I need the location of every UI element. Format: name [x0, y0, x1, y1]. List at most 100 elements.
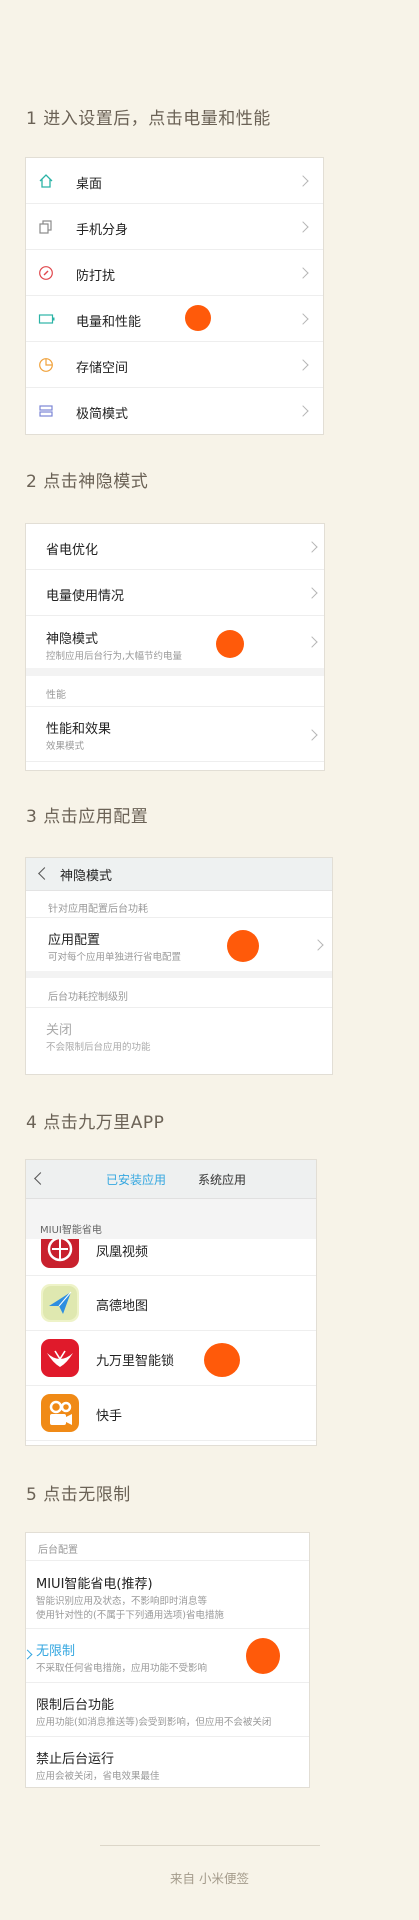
- amap-app-icon: [41, 1284, 79, 1322]
- option-sub: 使用针对性的(不属于下列通用选项)省电措施: [36, 1610, 224, 1621]
- app-name: 高德地图: [96, 1299, 149, 1314]
- level-off-item[interactable]: 关闭 不会限制后台应用的功能: [26, 1008, 332, 1064]
- divider: [26, 668, 324, 676]
- bg-config-card: 后台配置 MIUI智能省电(推荐) 智能识别应用及状态，不影响即时消息等 使用针…: [26, 1533, 309, 1787]
- settings-item-simple-mode[interactable]: 极简模式: [26, 388, 323, 434]
- apps-list: 凤凰视频 高德地图 九万里智能锁 快手: [26, 1239, 316, 1445]
- option-forbid-bg[interactable]: 禁止后台运行 应用会被关闭，省电效果最佳: [26, 1737, 309, 1787]
- settings-item-label: 存储空间: [76, 361, 129, 376]
- step-5-title: 5 点击无限制: [26, 1485, 131, 1505]
- chevron-right-icon: [297, 359, 309, 371]
- settings-item-desktop[interactable]: 桌面: [26, 158, 323, 204]
- settings-item-battery[interactable]: 电量和性能: [26, 296, 323, 342]
- tap-indicator: [216, 630, 244, 658]
- app-item-jiuwanli[interactable]: 九万里智能锁: [26, 1331, 316, 1386]
- option-label: 无限制: [36, 1644, 76, 1659]
- apps-group-header: MIUI智能省电: [26, 1199, 316, 1239]
- apps-tabbar: 已安装应用 系统应用: [26, 1160, 316, 1199]
- option-sub: 智能识别应用及状态，不影响即时消息等: [36, 1596, 208, 1607]
- compass-icon: [38, 265, 54, 285]
- app-config-label: 应用配置: [48, 933, 101, 948]
- app-name: 凤凰视频: [96, 1245, 149, 1260]
- chevron-right-icon: [306, 587, 318, 599]
- battery-item-usage[interactable]: 电量使用情况: [26, 570, 324, 616]
- settings-item-label: 电量和性能: [76, 315, 142, 330]
- page-title: 神隐模式: [60, 869, 113, 884]
- apps-group-label: MIUI智能省电: [40, 1225, 102, 1236]
- tap-indicator: [246, 1638, 280, 1674]
- chevron-right-icon: [306, 541, 318, 553]
- settings-item-label: 极简模式: [76, 407, 129, 422]
- tap-indicator: [227, 930, 259, 962]
- app-item-kuaishou[interactable]: 快手: [26, 1386, 316, 1441]
- app-item-amap[interactable]: 高德地图: [26, 1276, 316, 1331]
- hidden-mode-card: 神隐模式 针对应用配置后台功耗 应用配置 可对每个应用单独进行省电配置 后台功耗…: [26, 858, 332, 1074]
- battery-item-power-saving[interactable]: 省电优化: [26, 524, 324, 570]
- option-label: 限制后台功能: [36, 1698, 115, 1713]
- chevron-right-icon: [297, 405, 309, 417]
- settings-item-dual-apps[interactable]: 手机分身: [26, 204, 323, 250]
- fenghuang-app-icon: [41, 1239, 79, 1268]
- option-label: 禁止后台运行: [36, 1752, 115, 1767]
- chevron-right-icon: [312, 939, 324, 951]
- tab-installed-apps[interactable]: 已安装应用: [106, 1171, 166, 1188]
- chevron-right-icon: [297, 267, 309, 279]
- home-icon: [38, 173, 54, 193]
- settings-item-storage[interactable]: 存储空间: [26, 342, 323, 388]
- tap-indicator: [204, 1343, 240, 1377]
- battery-item-label: 电量使用情况: [46, 589, 125, 604]
- selected-arrow-icon: [26, 1649, 33, 1660]
- battery-item-label: 省电优化: [46, 543, 99, 558]
- section-header-level: 后台功耗控制级别: [26, 978, 332, 1008]
- app-config-sub: 可对每个应用单独进行省电配置: [48, 952, 182, 963]
- option-miui-smart[interactable]: MIUI智能省电(推荐) 智能识别应用及状态，不影响即时消息等 使用针对性的(不…: [26, 1561, 309, 1629]
- back-icon[interactable]: [38, 867, 51, 880]
- section-hint: 针对应用配置后台功耗: [48, 904, 148, 915]
- battery-item-label: 性能和效果: [46, 722, 112, 737]
- chevron-right-icon: [306, 729, 318, 741]
- step-1-title: 1 进入设置后，点击电量和性能: [26, 109, 271, 129]
- tap-indicator: [185, 305, 211, 331]
- back-icon[interactable]: [34, 1172, 47, 1185]
- option-sub: 不采取任何省电措施，应用功能不受影响: [36, 1663, 208, 1674]
- chevron-right-icon: [297, 221, 309, 233]
- layers-icon: [38, 403, 54, 423]
- settings-item-label: 桌面: [76, 177, 103, 192]
- step-2-title: 2 点击神隐模式: [26, 472, 149, 492]
- settings-item-label: 防打扰: [76, 269, 116, 284]
- option-sub: 应用会被关闭，省电效果最佳: [36, 1771, 160, 1782]
- clone-icon: [38, 219, 54, 239]
- option-unlimited[interactable]: 无限制 不采取任何省电措施，应用功能不受影响: [26, 1629, 309, 1683]
- settings-item-dnd[interactable]: 防打扰: [26, 250, 323, 296]
- jiuwanli-app-icon: [41, 1339, 79, 1377]
- battery-item-sub: 控制应用后台行为,大幅节约电量: [46, 651, 183, 662]
- step-3-title: 3 点击应用配置: [26, 807, 149, 827]
- app-item-fenghuang[interactable]: 凤凰视频: [26, 1239, 316, 1276]
- battery-item-label: 神隐模式: [46, 632, 99, 647]
- battery-icon: [38, 311, 56, 331]
- chevron-right-icon: [297, 175, 309, 187]
- step-4-title: 4 点击九万里APP: [26, 1113, 165, 1133]
- kuaishou-app-icon: [41, 1394, 79, 1432]
- battery-card: 省电优化 电量使用情况 神隐模式 控制应用后台行为,大幅节约电量 性能 性能和效…: [26, 524, 324, 770]
- battery-item-hidden-mode[interactable]: 神隐模式 控制应用后台行为,大幅节约电量: [26, 616, 324, 668]
- battery-item-sub: 效果模式: [46, 741, 85, 752]
- level-off-label: 关闭: [46, 1023, 73, 1038]
- tab-system-apps[interactable]: 系统应用: [198, 1171, 246, 1188]
- section-header-bg-config: 后台配置: [26, 1533, 309, 1561]
- level-off-sub: 不会限制后台应用的功能: [46, 1042, 151, 1053]
- section-header-performance: 性能: [46, 690, 66, 701]
- app-config-item[interactable]: 应用配置 可对每个应用单独进行省电配置: [26, 917, 332, 971]
- settings-item-label: 手机分身: [76, 223, 129, 238]
- battery-item-performance[interactable]: 性能和效果 效果模式: [26, 706, 324, 762]
- app-name: 快手: [96, 1409, 123, 1424]
- hidden-mode-header: 神隐模式: [26, 858, 332, 891]
- chevron-right-icon: [306, 636, 318, 648]
- option-restrict-bg[interactable]: 限制后台功能 应用功能(如消息推送等)会受到影响，但应用不会被关闭: [26, 1683, 309, 1737]
- app-name: 九万里智能锁: [96, 1354, 175, 1369]
- footer-source: 来自 小米便签: [170, 1871, 249, 1886]
- option-label: MIUI智能省电(推荐): [36, 1577, 153, 1592]
- pie-icon: [38, 357, 54, 377]
- settings-card: 桌面 手机分身 防打扰 电量和性能 存储空间 极简模式: [26, 158, 323, 434]
- apps-card: 已安装应用 系统应用 MIUI智能省电 凤凰视频 高德地图 九万里智能锁 快手: [26, 1160, 316, 1445]
